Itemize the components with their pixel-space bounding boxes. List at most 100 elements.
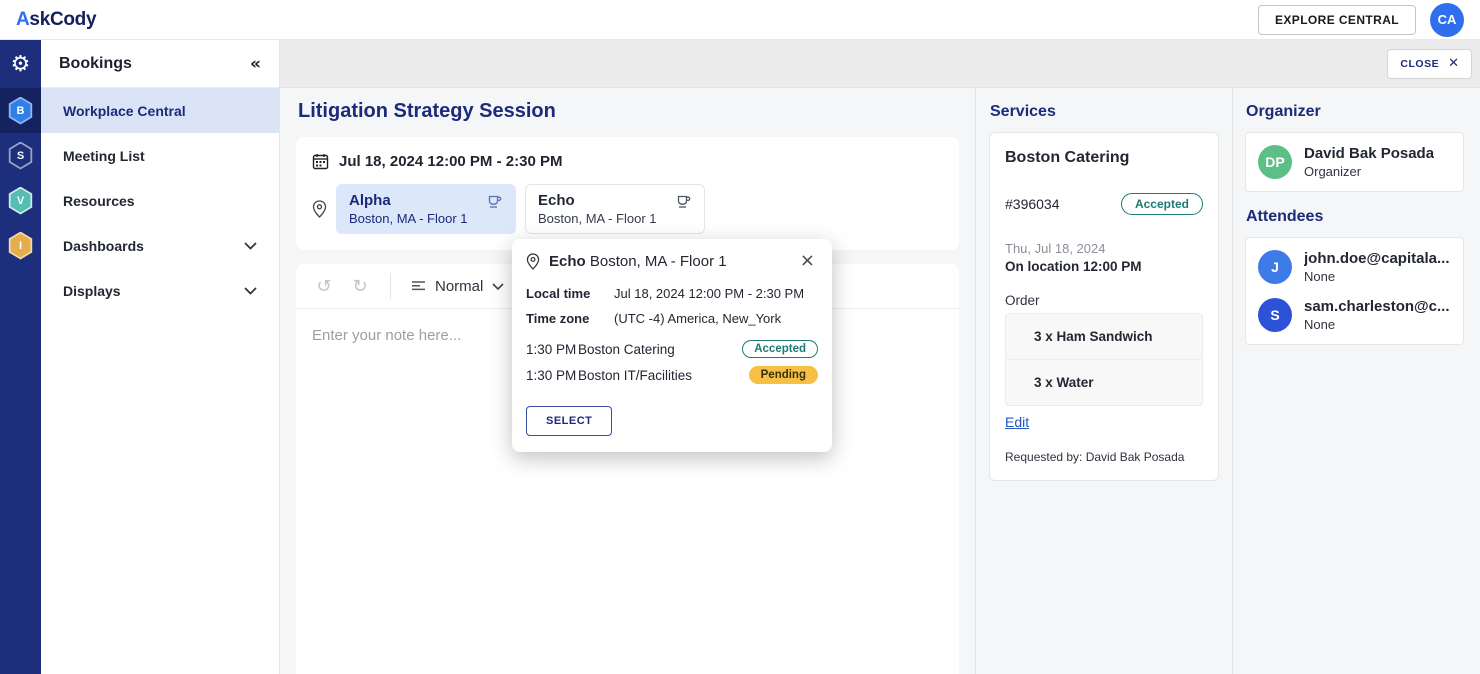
insights-hexagon-icon: I xyxy=(8,231,33,260)
toolbar-divider xyxy=(390,273,391,299)
sidebar-item-workplace-central[interactable]: Workplace Central xyxy=(41,88,279,133)
sidebar-title: Bookings xyxy=(59,54,132,72)
sidebar-header: Bookings « xyxy=(41,40,279,88)
rail-app-insights[interactable]: I xyxy=(0,223,41,268)
services-panel: Services Boston Catering #396034 Accepte… xyxy=(975,88,1233,674)
booking-details-card: Jul 18, 2024 12:00 PM - 2:30 PM Alpha Bo… xyxy=(296,137,959,250)
header-actions: EXPLORE CENTRAL CA xyxy=(1257,2,1464,37)
chevron-down-icon xyxy=(244,241,257,250)
meeting-title: Litigation Strategy Session xyxy=(298,100,556,122)
bookings-sidebar: Bookings « Workplace Central Meeting Lis… xyxy=(41,40,280,674)
sidebar-item-label: Resources xyxy=(63,192,135,209)
chevron-down-icon xyxy=(244,286,257,295)
visitor-hexagon-icon: V xyxy=(8,186,33,215)
status-badge-accepted: Accepted xyxy=(1120,193,1203,215)
attendees-card: J john.doe@capitala... None S sam.charle… xyxy=(1245,237,1464,345)
avatar: S xyxy=(1258,298,1292,332)
collapse-sidebar-icon[interactable]: « xyxy=(250,54,261,74)
organizer-row: DP David Bak Posada Organizer xyxy=(1246,133,1463,191)
time-zone-row: Time zone (UTC -4) America, New_York xyxy=(526,311,782,326)
sidebar-item-label: Displays xyxy=(63,282,121,299)
settings-gear-icon[interactable]: ⚙ xyxy=(0,40,41,88)
popup-header: Echo Boston, MA - Floor 1 × xyxy=(526,252,818,270)
meeting-datetime: Jul 18, 2024 12:00 PM - 2:30 PM xyxy=(339,153,563,170)
avatar: J xyxy=(1258,250,1292,284)
chevron-down-icon xyxy=(492,282,504,290)
sidebar-item-dashboards[interactable]: Dashboards xyxy=(41,223,279,268)
text-align-icon xyxy=(412,280,425,290)
service-order-number: #396034 xyxy=(1005,196,1060,212)
askcody-logo[interactable]: AskCody xyxy=(16,8,97,31)
popup-services-list: 1:30 PM Boston Catering Accepted 1:30 PM… xyxy=(526,340,818,384)
status-badge-pending: Pending xyxy=(748,366,818,384)
room-chip-alpha[interactable]: Alpha Boston, MA - Floor 1 xyxy=(336,184,516,234)
services-heading: Services xyxy=(990,103,1056,120)
order-label: Order xyxy=(1005,293,1040,308)
rooms-row: Alpha Boston, MA - Floor 1 Echo Boston, … xyxy=(312,184,943,234)
logo-text: A xyxy=(16,8,30,30)
service-name: Boston Catering xyxy=(1005,149,1130,166)
sidebar-item-label: Dashboards xyxy=(63,237,144,254)
people-panel: Organizer DP David Bak Posada Organizer … xyxy=(1233,88,1480,674)
undo-icon[interactable]: ↺ xyxy=(308,276,340,297)
local-time-row: Local time Jul 18, 2024 12:00 PM - 2:30 … xyxy=(526,286,805,301)
service-on-location: On location 12:00 PM xyxy=(1005,259,1142,274)
organizer-card: DP David Bak Posada Organizer xyxy=(1245,132,1464,192)
edit-order-link[interactable]: Edit xyxy=(1005,414,1029,430)
room-chip-echo[interactable]: Echo Boston, MA - Floor 1 xyxy=(525,184,705,234)
attendee-response: None xyxy=(1304,317,1336,332)
attendee-row: S sam.charleston@c... None xyxy=(1246,296,1463,344)
room-name: Alpha xyxy=(349,192,391,209)
close-icon: ✕ xyxy=(1448,56,1459,71)
organizer-name: David Bak Posada xyxy=(1304,145,1435,162)
main-content: CLOSE ✕ Litigation Strategy Session Jul … xyxy=(280,40,1480,674)
sidebar-item-label: Workplace Central xyxy=(63,102,186,119)
sidebar-item-meeting-list[interactable]: Meeting List xyxy=(41,133,279,178)
rail-app-signage[interactable]: S xyxy=(0,133,41,178)
status-badge-accepted: Accepted xyxy=(742,340,818,358)
rail-app-visitor[interactable]: V xyxy=(0,178,41,223)
catering-cup-icon xyxy=(488,195,502,208)
popup-room-title: Echo Boston, MA - Floor 1 xyxy=(549,252,727,270)
close-button[interactable]: CLOSE ✕ xyxy=(1387,48,1472,79)
popup-close-icon[interactable]: × xyxy=(797,252,818,270)
service-date: Thu, Jul 18, 2024 xyxy=(1005,241,1106,256)
attendee-row: J john.doe@capitala... None xyxy=(1246,238,1463,296)
organizer-role: Organizer xyxy=(1304,164,1362,179)
sidebar-item-resources[interactable]: Resources xyxy=(41,178,279,223)
organizer-heading: Organizer xyxy=(1246,103,1321,120)
room-location: Boston, MA - Floor 1 xyxy=(349,211,468,226)
popup-service-row: 1:30 PM Boston IT/Facilities Pending xyxy=(526,366,818,384)
app-rail: ⚙ B S V I xyxy=(0,40,41,674)
user-avatar[interactable]: CA xyxy=(1430,2,1464,37)
sidebar-item-label: Meeting List xyxy=(63,147,145,164)
room-location: Boston, MA - Floor 1 xyxy=(538,211,657,226)
location-pin-icon xyxy=(526,252,540,270)
attendee-email: john.doe@capitala... xyxy=(1304,250,1450,267)
attendee-email: sam.charleston@c... xyxy=(1304,298,1450,315)
attendee-response: None xyxy=(1304,269,1336,284)
meeting-date-row: Jul 18, 2024 12:00 PM - 2:30 PM xyxy=(312,153,943,170)
signage-hexagon-icon: S xyxy=(8,141,33,170)
location-pin-icon xyxy=(312,200,327,218)
top-header: AskCody EXPLORE CENTRAL CA xyxy=(0,0,1480,40)
attendees-heading: Attendees xyxy=(1246,208,1324,225)
redo-icon[interactable]: ↻ xyxy=(344,276,376,297)
order-item: 3 x Water xyxy=(1006,359,1202,405)
paragraph-format-select[interactable]: Normal xyxy=(405,274,510,299)
sidebar-item-displays[interactable]: Displays xyxy=(41,268,279,313)
explore-central-button[interactable]: EXPLORE CENTRAL xyxy=(1257,4,1416,35)
order-item: 3 x Ham Sandwich xyxy=(1034,329,1153,344)
popup-service-row: 1:30 PM Boston Catering Accepted xyxy=(526,340,818,358)
avatar: DP xyxy=(1258,145,1292,179)
format-label: Normal xyxy=(435,277,484,295)
calendar-icon xyxy=(312,154,329,170)
rail-app-bookings[interactable]: B xyxy=(0,88,41,133)
room-name: Echo xyxy=(538,192,575,209)
room-details-popup: Echo Boston, MA - Floor 1 × Local time J… xyxy=(512,239,832,452)
service-card: Boston Catering #396034 Accepted Thu, Ju… xyxy=(989,132,1219,481)
select-room-button[interactable]: SELECT xyxy=(526,406,613,436)
detail-topbar: CLOSE ✕ xyxy=(280,40,1480,88)
catering-cup-icon xyxy=(677,195,691,208)
requested-by: Requested by: David Bak Posada xyxy=(1005,450,1185,464)
